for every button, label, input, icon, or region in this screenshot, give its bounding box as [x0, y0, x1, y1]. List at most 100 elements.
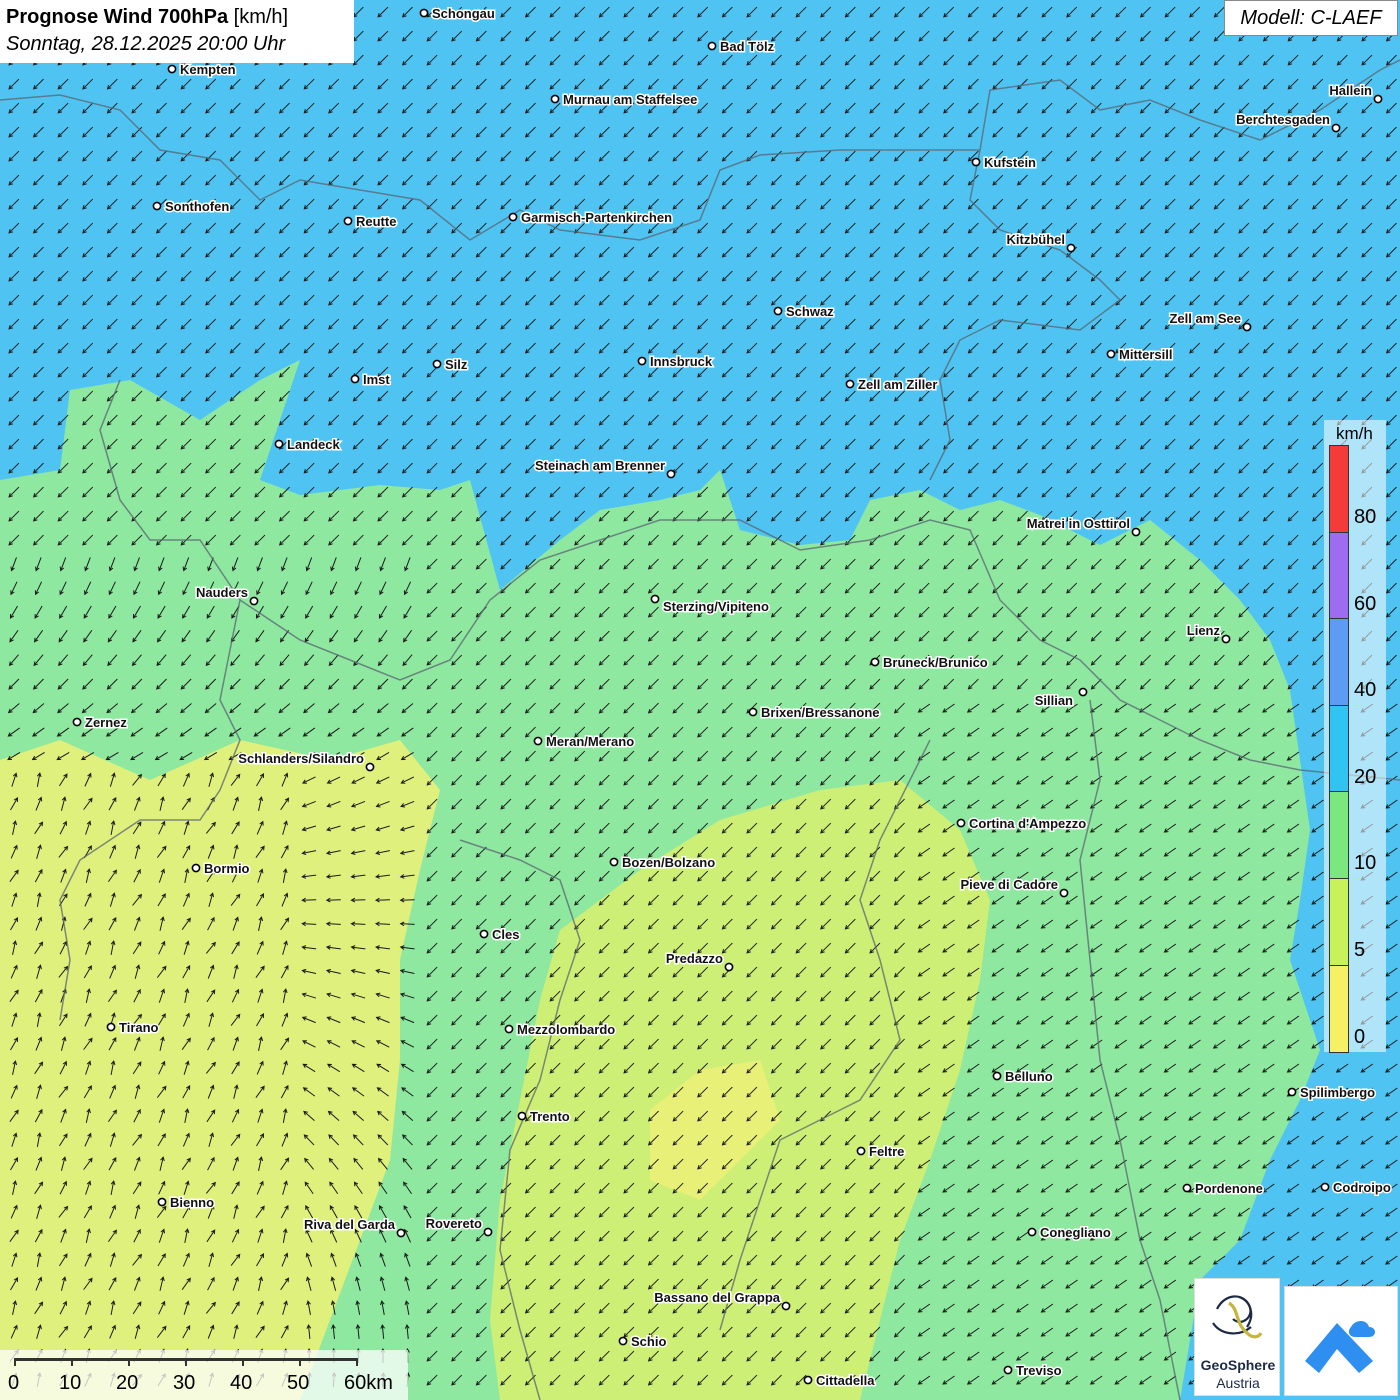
- city-marker[interactable]: Cittadella: [803, 1372, 877, 1390]
- city-dot-icon: [1027, 1227, 1037, 1237]
- city-label: Kempten: [180, 62, 236, 77]
- city-dot-icon: [856, 1146, 866, 1156]
- legend-tick-label: 80: [1354, 506, 1377, 528]
- city-marker[interactable]: Mezzolombardo: [504, 1021, 617, 1039]
- city-dot-icon: [1003, 1365, 1013, 1375]
- city-marker[interactable]: Sterzing/Vipiteno: [650, 594, 770, 616]
- city-dot-icon: [1287, 1087, 1297, 1097]
- city-dot-icon: [870, 657, 880, 667]
- city-label: Zell am Ziller: [858, 377, 937, 392]
- city-label: Riva del Garda: [304, 1217, 396, 1232]
- city-dot-icon: [650, 594, 660, 604]
- city-dot-icon: [724, 962, 734, 972]
- legend-color-segment: [1329, 704, 1349, 794]
- city-dot-icon: [1320, 1182, 1330, 1192]
- color-legend: km/h 80 60 40 20 10 5 0: [1324, 420, 1386, 1054]
- scale-label: 20: [116, 1372, 139, 1394]
- geosphere-emblem-icon: [1212, 1295, 1263, 1339]
- city-marker[interactable]: Meran/Merano: [533, 733, 636, 751]
- city-label: Bozen/Bolzano: [622, 855, 715, 870]
- city-label: Silz: [445, 357, 468, 372]
- city-marker[interactable]: Bruneck/Brunico: [870, 654, 989, 672]
- city-label: Meran/Merano: [546, 734, 634, 749]
- wind-map[interactable]: Schongau Bad Tölz Kempten Murnau am Staffel…: [0, 0, 1400, 1400]
- city-dot-icon: [517, 1111, 527, 1121]
- city-marker[interactable]: Murnau am Staffelsee: [550, 91, 699, 109]
- city-dot-icon: [1059, 888, 1069, 898]
- city-dot-icon: [1242, 322, 1252, 332]
- city-dot-icon: [666, 469, 676, 479]
- city-label: Tirano: [119, 1020, 159, 1035]
- city-marker[interactable]: Zell am Ziller: [845, 376, 939, 394]
- city-label: Pordenone: [1195, 1181, 1263, 1196]
- city-dot-icon: [191, 863, 201, 873]
- city-label: Rovereto: [426, 1216, 482, 1231]
- city-label: Codroipo: [1333, 1180, 1391, 1195]
- city-dot-icon: [845, 379, 855, 389]
- city-dot-icon: [419, 8, 429, 18]
- city-dot-icon: [707, 41, 717, 51]
- scale-tick: [185, 1358, 187, 1366]
- city-label: Bormio: [204, 861, 250, 876]
- scale-label: 40: [230, 1372, 253, 1394]
- city-marker[interactable]: Pordenone: [1182, 1180, 1264, 1198]
- city-dot-icon: [1106, 349, 1116, 359]
- city-label: Berchtesgaden: [1236, 112, 1330, 127]
- city-label: Bad Tölz: [720, 39, 775, 54]
- city-dot-icon: [479, 929, 489, 939]
- city-label: Matrei in Osttirol: [1027, 516, 1130, 531]
- city-dot-icon: [618, 1336, 628, 1346]
- city-marker[interactable]: Conegliano: [1027, 1224, 1112, 1242]
- city-dot-icon: [152, 201, 162, 211]
- city-dot-icon: [365, 762, 375, 772]
- city-dot-icon: [533, 736, 543, 746]
- scale-tick: [242, 1358, 244, 1366]
- city-dot-icon: [274, 439, 284, 449]
- city-marker[interactable]: Innsbruck: [637, 353, 714, 371]
- title-panel: Prognose Wind 700hPa [km/h] Sonntag, 28.…: [0, 0, 354, 63]
- scale-tick: [299, 1358, 301, 1366]
- city-marker[interactable]: Spilimbergo: [1287, 1084, 1377, 1102]
- legend-tick-label: 40: [1354, 679, 1377, 702]
- legend-tick-label: 5: [1354, 939, 1366, 961]
- city-label: Zell am See: [1169, 311, 1241, 326]
- mountain-cloud-icon: [1305, 1321, 1375, 1373]
- city-label: Sterzing/Vipiteno: [663, 599, 769, 614]
- city-label: Schio: [631, 1334, 666, 1349]
- city-dot-icon: [992, 1071, 1002, 1081]
- city-dot-icon: [773, 306, 783, 316]
- city-dot-icon: [432, 359, 442, 369]
- city-dot-icon: [504, 1024, 514, 1034]
- legend-tick-label: 20: [1354, 765, 1377, 788]
- city-dot-icon: [508, 212, 518, 222]
- scale-label: 60km: [344, 1372, 393, 1394]
- city-label: Sonthofen: [165, 199, 229, 214]
- city-label: Murnau am Staffelsee: [563, 92, 697, 107]
- city-dot-icon: [249, 596, 259, 606]
- legend-color-segment: [1329, 445, 1349, 534]
- geosphere-logo[interactable]: GeoSphere Austria: [1194, 1278, 1280, 1396]
- city-marker[interactable]: Sonthofen: [152, 198, 231, 216]
- city-marker[interactable]: Brixen/Bressanone: [748, 704, 881, 722]
- city-label: Bassano del Grappa: [654, 1290, 780, 1305]
- city-label: Schwaz: [786, 304, 834, 319]
- city-marker[interactable]: Schongau: [419, 5, 496, 23]
- city-label: Feltre: [869, 1144, 904, 1159]
- city-dot-icon: [72, 717, 82, 727]
- city-marker[interactable]: Bozen/Bolzano: [609, 854, 717, 872]
- city-label: Bienno: [170, 1195, 214, 1210]
- city-label: Zernez: [85, 715, 127, 730]
- city-dot-icon: [167, 64, 177, 74]
- scale-label: 10: [59, 1372, 82, 1394]
- city-label: Belluno: [1005, 1069, 1053, 1084]
- city-label: Cles: [492, 927, 519, 942]
- city-dot-icon: [971, 157, 981, 167]
- warning-app-logo[interactable]: [1284, 1286, 1398, 1396]
- city-marker[interactable]: Garmisch-Partenkirchen: [508, 209, 674, 227]
- city-dot-icon: [637, 356, 647, 366]
- map-title: Prognose Wind 700hPa [km/h]: [6, 4, 348, 31]
- scale-tick: [71, 1358, 73, 1366]
- city-marker[interactable]: Cortina d'Ampezzo: [956, 815, 1088, 833]
- city-label: Steinach am Brenner: [535, 458, 665, 473]
- city-label: Bruneck/Brunico: [883, 655, 988, 670]
